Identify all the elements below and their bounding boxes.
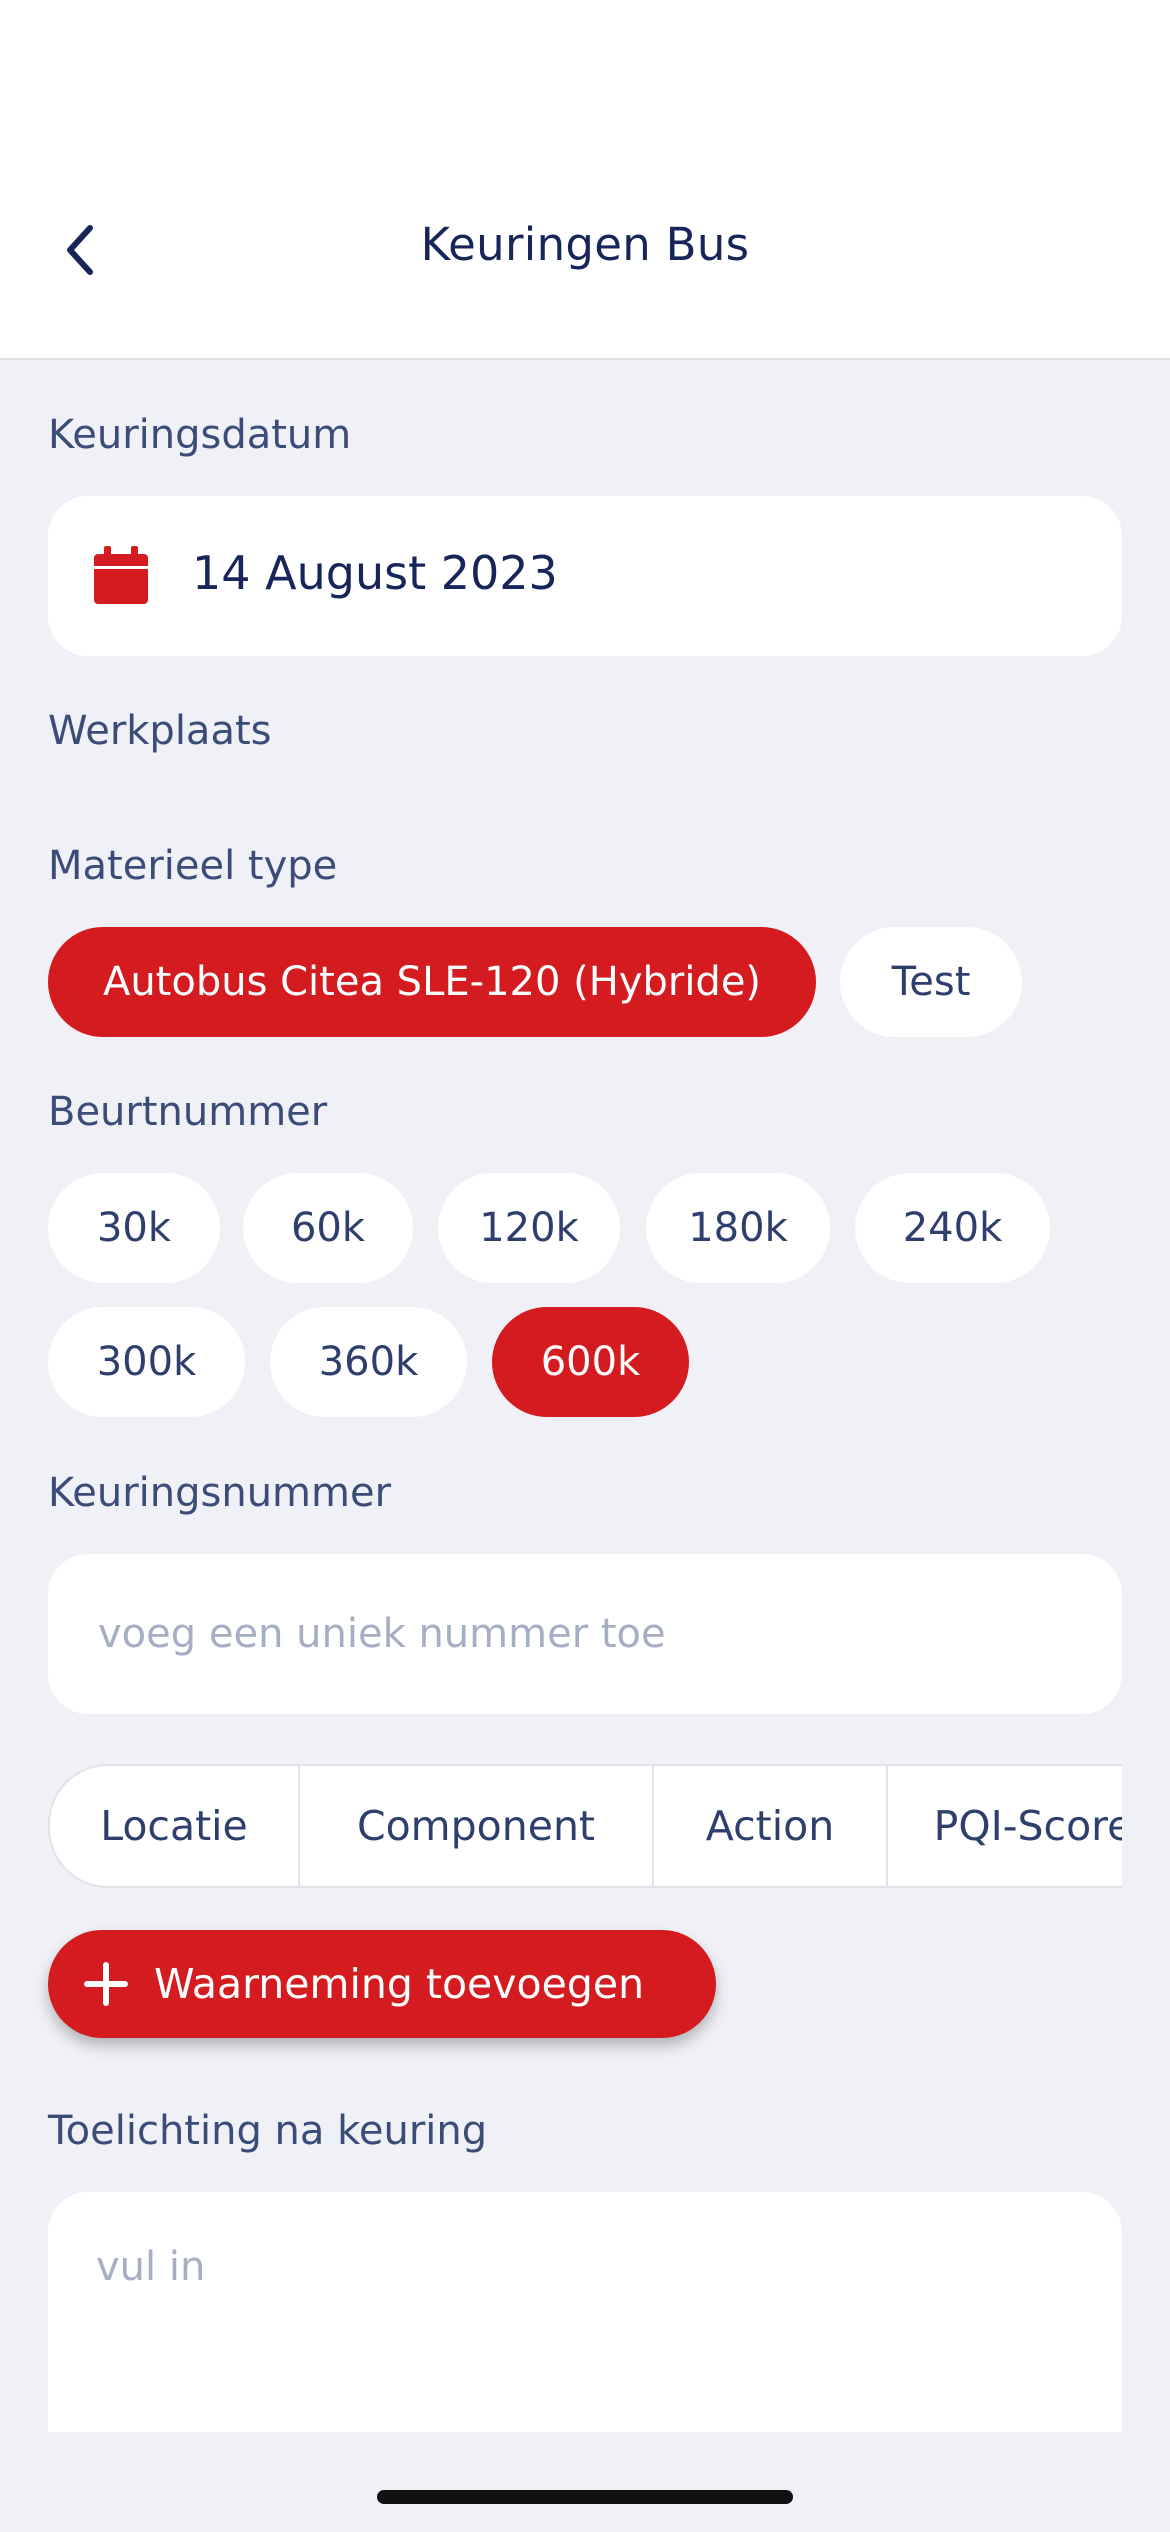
inspection-number-label: Keuringsnummer	[48, 1470, 392, 1516]
workshop-label: Werkplaats	[48, 708, 272, 754]
column-component[interactable]: Component	[300, 1766, 654, 1886]
material-type-chip-citea[interactable]: Autobus Citea SLE-120 (Hybride)	[48, 927, 816, 1037]
observations-table-header[interactable]: Locatie Component Action PQI-Score	[48, 1764, 1122, 1888]
observations-columns: Locatie Component Action PQI-Score	[48, 1764, 1122, 1888]
calendar-icon	[94, 546, 148, 604]
inspection-number-field	[48, 1554, 1122, 1714]
inspection-date-label: Keuringsdatum	[48, 412, 352, 458]
turn-number-chip-300k[interactable]: 300k	[48, 1307, 245, 1417]
column-locatie[interactable]: Locatie	[50, 1766, 300, 1886]
page-title: Keuringen Bus	[420, 218, 750, 271]
top-bar: Keuringen Bus	[0, 0, 1170, 360]
inspection-number-input[interactable]	[96, 1610, 1060, 1658]
turn-number-chip-360k[interactable]: 360k	[270, 1307, 467, 1417]
turn-number-chip-60k[interactable]: 60k	[243, 1173, 413, 1283]
plus-icon	[84, 1962, 128, 2006]
home-indicator	[377, 2490, 793, 2504]
notes-textarea[interactable]	[96, 2244, 1066, 2414]
notes-field	[48, 2192, 1122, 2432]
inspection-date-field[interactable]: 14 August 2023	[48, 496, 1122, 656]
notes-label: Toelichting na keuring	[48, 2108, 488, 2154]
turn-number-chip-600k[interactable]: 600k	[492, 1307, 689, 1417]
material-type-chip-test[interactable]: Test	[840, 927, 1022, 1037]
turn-number-chip-240k[interactable]: 240k	[855, 1173, 1050, 1283]
turn-number-chip-180k[interactable]: 180k	[646, 1173, 830, 1283]
column-pqi-score[interactable]: PQI-Score	[888, 1766, 1122, 1886]
turn-number-chip-120k[interactable]: 120k	[438, 1173, 620, 1283]
material-type-label: Materieel type	[48, 843, 338, 889]
turn-number-chip-30k[interactable]: 30k	[48, 1173, 220, 1283]
add-observation-label: Waarneming toevoegen	[154, 1960, 645, 2008]
turn-number-label: Beurtnummer	[48, 1089, 328, 1135]
column-action[interactable]: Action	[654, 1766, 888, 1886]
add-observation-button[interactable]: Waarneming toevoegen	[48, 1930, 716, 2038]
inspection-date-value: 14 August 2023	[192, 546, 558, 600]
